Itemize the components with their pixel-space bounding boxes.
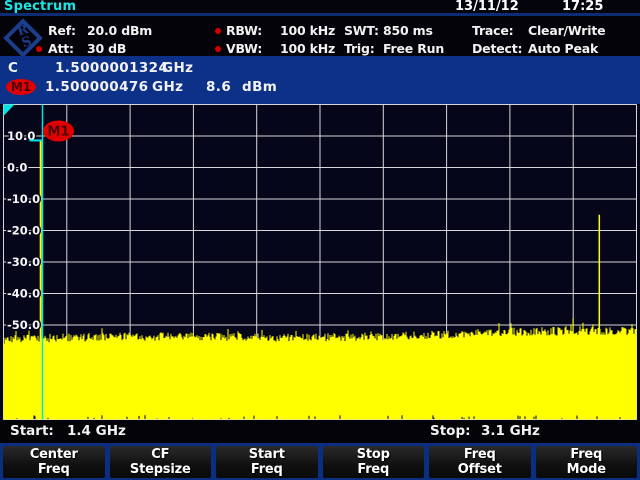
softkey-label: Center: [30, 447, 78, 462]
softkey-label: Freq: [251, 462, 283, 477]
stop-freq-label: Stop:: [430, 423, 471, 439]
svg-text:-10.0: -10.0: [7, 192, 40, 206]
marker1-freq-value: 1.500000476: [45, 79, 148, 95]
marker-readout-bar: C 1.5000001324 GHz M1 1.500000476 GHz 8.…: [0, 56, 640, 104]
trace-value: Clear/Write: [528, 23, 605, 38]
marker1-row: M1 1.500000476 GHz 8.6 dBm: [0, 80, 640, 96]
start-freq-value: 1.4 GHz: [67, 423, 126, 439]
detect-value: Auto Peak: [528, 41, 598, 56]
rbw-value: 100 kHz: [280, 23, 335, 38]
softkey-label: Mode: [567, 462, 606, 477]
softkey-label: Stop: [357, 447, 390, 462]
stop-freq-value: 3.1 GHz: [481, 423, 540, 439]
att-label: Att:: [48, 41, 74, 56]
ref-value: 20.0 dBm: [87, 23, 152, 38]
softkey-label: Freq: [38, 462, 70, 477]
marker1-freq-unit: GHz: [152, 79, 183, 95]
page-title: Spectrum: [4, 0, 76, 14]
softkey-label: Freq: [464, 447, 496, 462]
frequency-axis-row: Start: 1.4 GHz Stop: 3.1 GHz: [0, 421, 640, 443]
softkey-label: CF: [151, 447, 169, 462]
start-freq-label: Start:: [10, 423, 54, 439]
marker1-badge: M1: [6, 79, 36, 95]
title-bar: Spectrum 13/11/12 17:25: [0, 0, 640, 13]
svg-text:-30.0: -30.0: [7, 255, 40, 269]
detect-label: Detect:: [472, 41, 522, 56]
spectrum-analyzer-screen: Spectrum 13/11/12 17:25 R S Ref: 20.0 dB…: [0, 0, 640, 480]
softkey-label: Stepsize: [130, 462, 191, 477]
vbw-label: VBW:: [226, 41, 262, 56]
settings-row-2: Att: 30 dB VBW: 100 kHz Trig: Free Run D…: [0, 42, 640, 56]
softkey-label: Offset: [458, 462, 502, 477]
center-freq-label: C: [8, 60, 18, 76]
svg-text:-20.0: -20.0: [7, 224, 40, 238]
spectrum-plot: 10.00.0-10.0-20.0-30.0-40.0-50.0M1: [0, 104, 640, 421]
settings-row-1: Ref: 20.0 dBm RBW: 100 kHz SWT: 850 ms T…: [0, 24, 640, 38]
softkey-start-freq[interactable]: Start Freq: [216, 446, 318, 478]
att-active-bullet-icon: [36, 46, 42, 52]
center-freq-value: 1.5000001324: [55, 60, 168, 76]
rbw-active-bullet-icon: [215, 28, 221, 34]
softkey-label: Freq: [570, 447, 602, 462]
marker1-level-unit: dBm: [242, 79, 277, 95]
svg-text:-40.0: -40.0: [7, 287, 40, 301]
vbw-active-bullet-icon: [215, 46, 221, 52]
svg-text:-50.0: -50.0: [7, 318, 40, 332]
softkey-label: Freq: [357, 462, 389, 477]
softkey-cf-stepsize[interactable]: CF Stepsize: [110, 446, 212, 478]
center-freq-row: C 1.5000001324 GHz: [0, 61, 640, 77]
spectrum-trace-chart: 10.00.0-10.0-20.0-30.0-40.0-50.0M1: [0, 104, 640, 421]
center-freq-unit: GHz: [162, 60, 193, 76]
softkey-label: Start: [249, 447, 285, 462]
swt-label: SWT:: [344, 23, 379, 38]
marker1-level-value: 8.6: [206, 79, 231, 95]
rbw-label: RBW:: [226, 23, 262, 38]
softkey-freq-mode[interactable]: Freq Mode: [536, 446, 638, 478]
softkey-menu: Center Freq CF Stepsize Start Freq Stop …: [0, 443, 640, 480]
vbw-value: 100 kHz: [280, 41, 335, 56]
svg-text:0.0: 0.0: [7, 161, 27, 175]
time-display: 17:25: [562, 0, 603, 14]
ref-label: Ref:: [48, 23, 76, 38]
svg-text:M1: M1: [48, 125, 70, 140]
softkey-stop-freq[interactable]: Stop Freq: [323, 446, 425, 478]
softkey-freq-offset[interactable]: Freq Offset: [429, 446, 531, 478]
softkey-center-freq[interactable]: Center Freq: [3, 446, 105, 478]
trig-label: Trig:: [344, 41, 375, 56]
date-display: 13/11/12: [455, 0, 519, 14]
trig-value: Free Run: [383, 41, 444, 56]
swt-value: 850 ms: [383, 23, 433, 38]
att-value: 30 dB: [87, 41, 126, 56]
trace-label: Trace:: [472, 23, 513, 38]
settings-header: R S Ref: 20.0 dBm RBW: 100 kHz SWT: 850 …: [0, 16, 640, 56]
